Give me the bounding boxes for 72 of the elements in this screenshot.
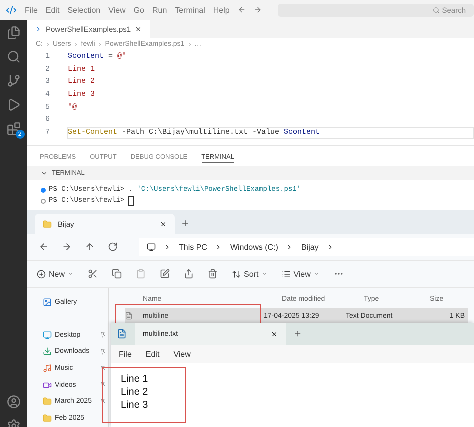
folder-icon xyxy=(43,220,52,229)
account-icon[interactable] xyxy=(6,395,20,409)
menu-item[interactable]: Terminal xyxy=(175,6,206,14)
caret-icon xyxy=(262,271,268,278)
file-icon xyxy=(125,312,133,320)
close-icon[interactable] xyxy=(271,330,278,338)
notepad-icon xyxy=(117,329,127,340)
folder-icon xyxy=(43,397,52,406)
monitor-icon xyxy=(43,330,52,340)
new-tab-icon[interactable] xyxy=(294,330,302,338)
list-icon xyxy=(282,270,291,279)
app-logo-icon xyxy=(6,4,17,16)
chevron-icon xyxy=(286,244,294,251)
blocks-icon[interactable] xyxy=(6,122,20,136)
gallery-icon xyxy=(43,298,52,307)
breadcrumb-item[interactable]: Windows (C:) xyxy=(230,242,278,252)
sort-button[interactable]: Sort xyxy=(232,270,268,279)
chevron-icon xyxy=(45,42,51,48)
files-icon[interactable] xyxy=(6,26,20,40)
rename-icon[interactable] xyxy=(160,269,170,280)
address-bar[interactable]: This PC Windows (C:) Bijay xyxy=(139,238,474,256)
text-line: Line 2 xyxy=(121,386,148,400)
text-line: Line 1 xyxy=(121,373,148,386)
up-icon[interactable] xyxy=(85,242,95,252)
chevron-icon xyxy=(215,244,222,251)
chevron-icon xyxy=(73,42,80,48)
search-icon xyxy=(433,6,440,14)
copy-icon[interactable] xyxy=(112,269,122,280)
search-icon[interactable] xyxy=(6,50,20,64)
back-icon[interactable] xyxy=(39,242,49,252)
chevron-icon xyxy=(164,244,171,251)
close-icon[interactable] xyxy=(135,26,142,32)
menu-item[interactable]: Go xyxy=(134,6,144,14)
caret-icon xyxy=(68,271,74,278)
refresh-icon[interactable] xyxy=(108,242,118,252)
menu-item[interactable]: View xyxy=(108,6,126,14)
forward-icon[interactable] xyxy=(62,242,72,252)
close-icon[interactable] xyxy=(160,220,167,228)
video-icon xyxy=(43,380,52,390)
music-icon xyxy=(43,364,52,374)
folder-icon xyxy=(43,414,52,424)
share-icon[interactable] xyxy=(184,269,194,280)
forward-icon[interactable] xyxy=(254,6,262,14)
branch-icon[interactable] xyxy=(6,74,20,88)
play-icon[interactable] xyxy=(6,98,20,112)
monitor-icon xyxy=(147,242,156,252)
menu-item[interactable]: View xyxy=(174,350,191,359)
prompt-icon xyxy=(35,26,42,32)
chevron-icon xyxy=(326,244,334,251)
chevron-icon xyxy=(186,42,193,48)
sort-icon xyxy=(232,270,242,279)
new-tab-icon[interactable] xyxy=(181,219,190,228)
plus-icon xyxy=(37,270,46,279)
menu-item[interactable]: Edit xyxy=(46,6,60,14)
breadcrumb-item[interactable]: Bijay xyxy=(301,242,319,252)
menu-item[interactable]: File xyxy=(25,6,38,14)
menu-item[interactable]: Run xyxy=(152,6,168,14)
menu-item[interactable]: File xyxy=(119,350,132,359)
text-line: Line 3 xyxy=(121,399,148,412)
breadcrumb-item[interactable]: This PC xyxy=(179,242,208,252)
view-button[interactable]: View xyxy=(282,270,320,279)
new-button[interactable]: New xyxy=(37,270,74,279)
download-icon xyxy=(43,347,52,356)
menu-item[interactable]: Edit xyxy=(146,350,160,359)
chevron-icon xyxy=(97,42,104,48)
menu-item[interactable]: Selection xyxy=(68,6,101,14)
back-icon[interactable] xyxy=(238,6,246,14)
caret-icon xyxy=(314,271,320,278)
cut-icon[interactable] xyxy=(88,269,98,280)
delete-icon[interactable] xyxy=(208,269,218,280)
menu-item[interactable]: Help xyxy=(213,6,230,14)
chevron-icon[interactable] xyxy=(41,170,48,177)
